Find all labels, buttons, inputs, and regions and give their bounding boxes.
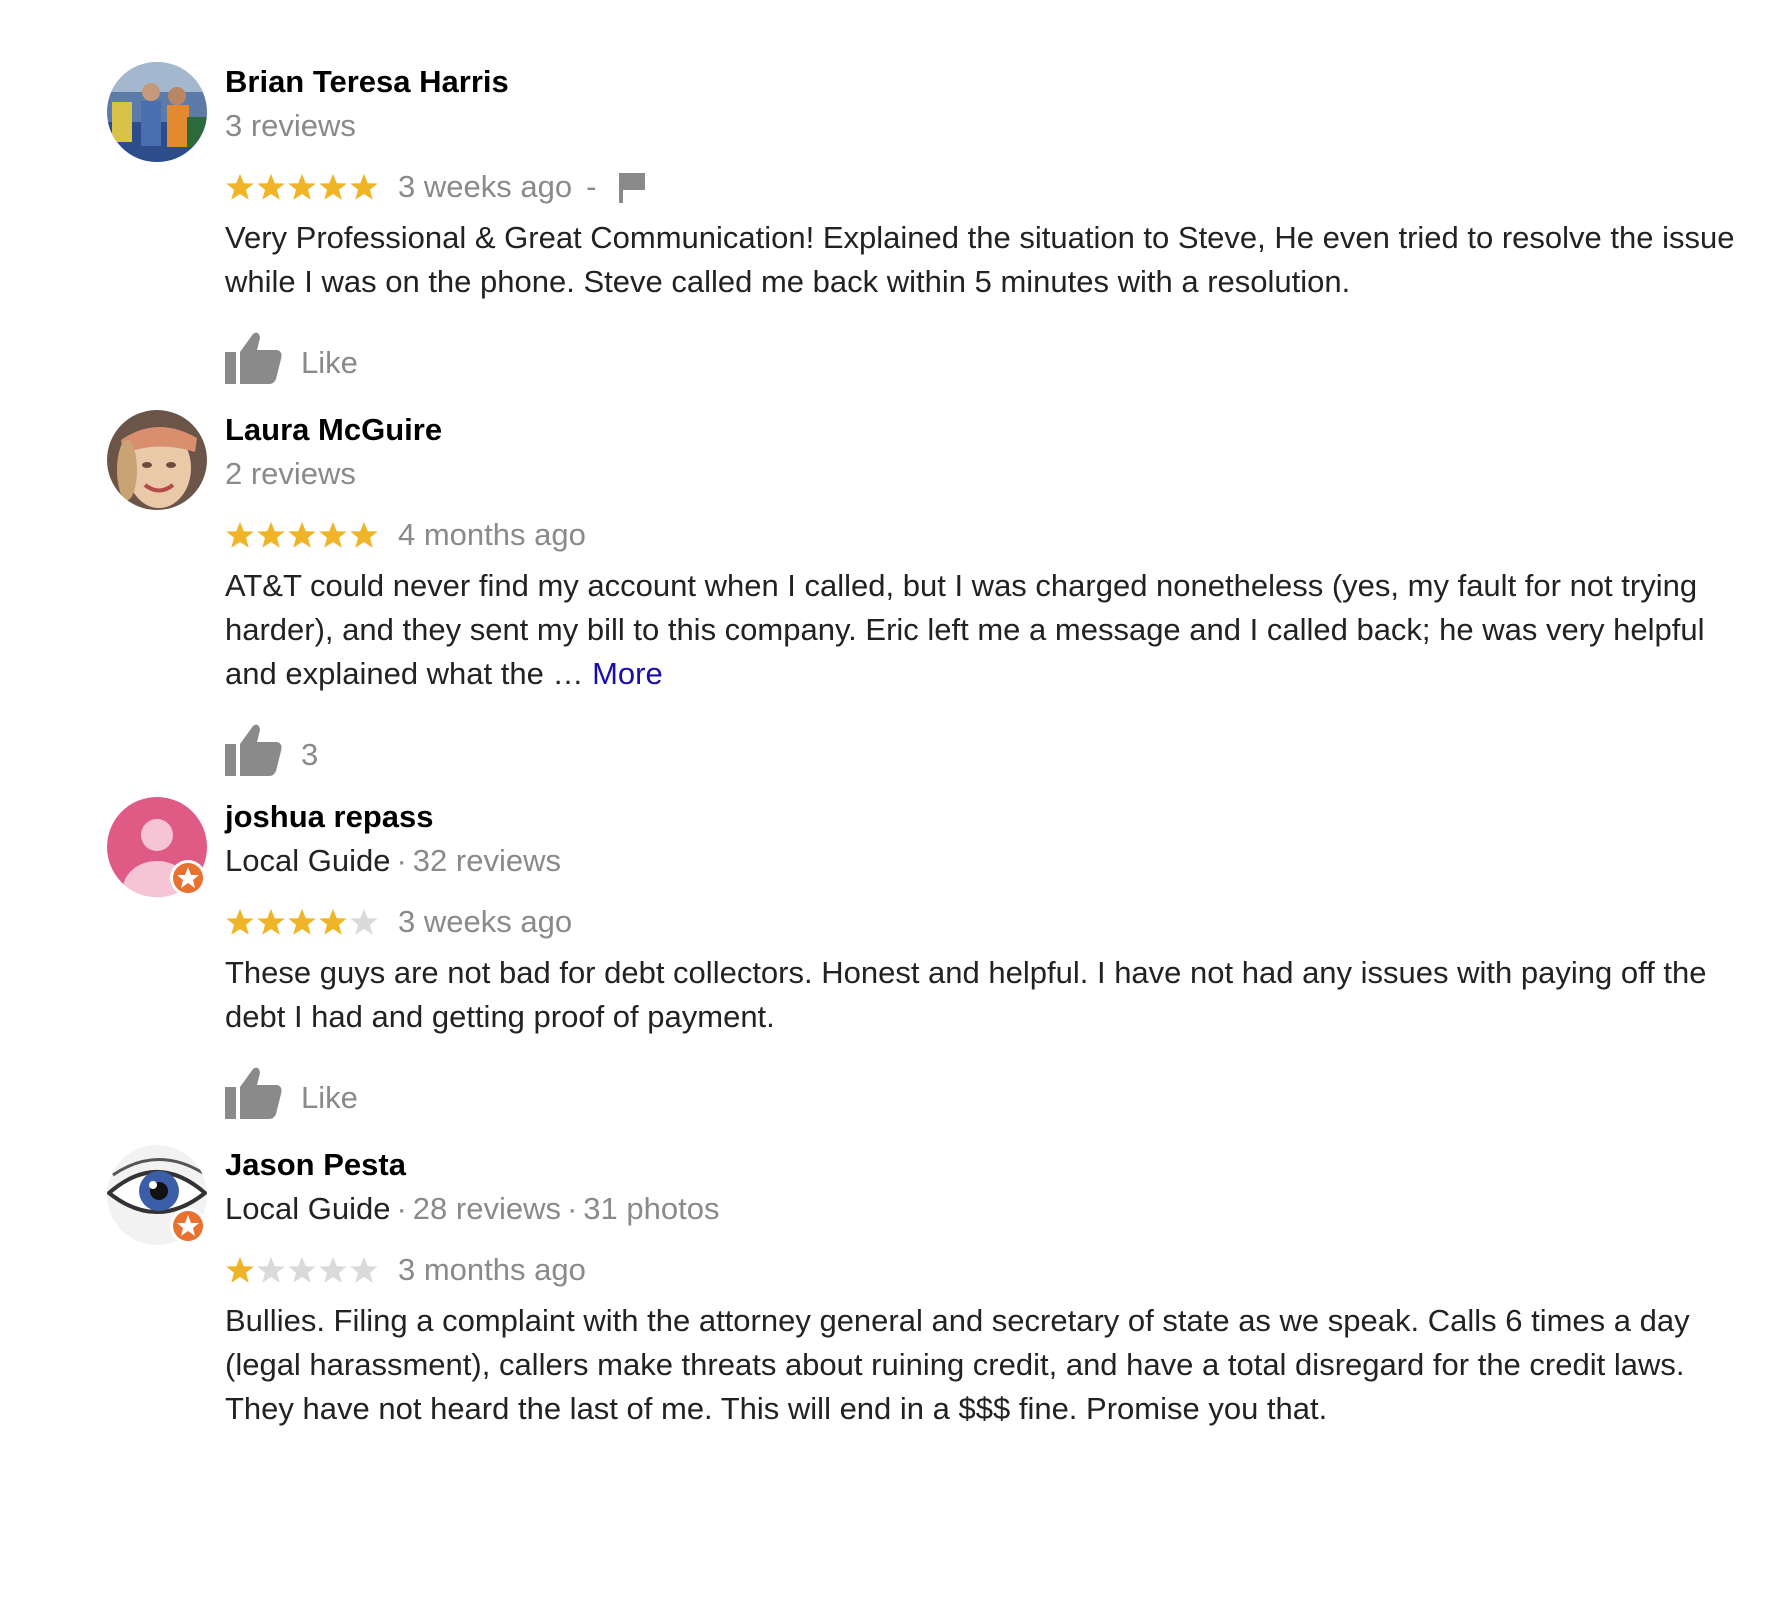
review-text: Bullies. Filing a complaint with the att… xyxy=(225,1299,1745,1431)
reviewer-name[interactable]: Laura McGuire xyxy=(225,410,1745,450)
like-button[interactable]: 3 xyxy=(225,722,1745,778)
review-text-content: Very Professional & Great Communication!… xyxy=(225,220,1735,299)
star-rating xyxy=(225,520,380,550)
review-time: 3 weeks ago xyxy=(398,904,573,939)
reviews-count: 2 reviews xyxy=(225,456,356,491)
star-empty-icon xyxy=(288,1256,316,1283)
review-body: Jason Pesta Local Guide · 28 reviews · 31 ph… xyxy=(225,1145,1745,1431)
reviews-list: Brian Teresa Harris 3 reviews 3 weeks ag… xyxy=(0,0,1766,1620)
review-body: Laura McGuire 2 reviews 4 months ago AT&… xyxy=(225,410,1745,778)
star-filled-icon xyxy=(257,173,285,200)
review-time: 3 months ago xyxy=(398,1252,586,1287)
like-label: Like xyxy=(301,345,358,380)
star-rating xyxy=(225,1255,380,1285)
avatar[interactable] xyxy=(107,62,207,162)
photo-avatar-icon xyxy=(107,62,207,162)
star-rating xyxy=(225,907,380,937)
reviewer-meta: Local Guide · 32 reviews xyxy=(225,841,1745,881)
photo-avatar-icon xyxy=(107,410,207,510)
review-body: Brian Teresa Harris 3 reviews 3 weeks ag… xyxy=(225,62,1745,386)
review-text: These guys are not bad for debt collecto… xyxy=(225,951,1745,1039)
review-text-content: These guys are not bad for debt collecto… xyxy=(225,955,1707,1034)
separator: - xyxy=(586,169,597,204)
local-guide-badge-icon xyxy=(170,1208,206,1244)
star-filled-icon xyxy=(226,173,254,200)
star-filled-icon xyxy=(319,173,347,200)
review-text-content: Bullies. Filing a complaint with the att… xyxy=(225,1303,1690,1426)
thumbs-up-icon xyxy=(225,722,283,778)
reviewer-meta: Local Guide · 28 reviews · 31 photos xyxy=(225,1189,1745,1229)
reviewer-meta: 3 reviews xyxy=(225,106,1745,146)
photos-count: 31 photos xyxy=(583,1191,720,1226)
star-filled-icon xyxy=(288,173,316,200)
star-filled-icon xyxy=(226,908,254,935)
dot-separator: · xyxy=(566,1191,578,1226)
like-button[interactable]: Like xyxy=(225,330,1745,386)
reviewer-name[interactable]: Jason Pesta xyxy=(225,1145,1745,1185)
local-guide-label: Local Guide xyxy=(225,843,391,878)
like-count: 3 xyxy=(301,737,319,772)
review-text-content: AT&T could never find my account when I … xyxy=(225,568,1705,691)
local-guide-label: Local Guide xyxy=(225,1191,391,1226)
star-filled-icon xyxy=(288,908,316,935)
star-empty-icon xyxy=(257,1256,285,1283)
review-body: joshua repass Local Guide · 32 reviews 3 w… xyxy=(225,797,1745,1121)
reviews-count: 3 reviews xyxy=(225,108,356,143)
avatar[interactable] xyxy=(107,797,207,897)
review-text: AT&T could never find my account when I … xyxy=(225,564,1745,696)
star-filled-icon xyxy=(319,908,347,935)
rating-row: 4 months ago xyxy=(225,515,1745,555)
rating-row: 3 months ago xyxy=(225,1250,1745,1290)
star-filled-icon xyxy=(288,521,316,548)
star-empty-icon xyxy=(350,908,378,935)
flag-icon[interactable] xyxy=(618,171,648,203)
like-button[interactable]: Like xyxy=(225,1065,1745,1121)
like-label: Like xyxy=(301,1080,358,1115)
review-time: 3 weeks ago xyxy=(398,169,573,204)
reviewer-name[interactable]: joshua repass xyxy=(225,797,1745,837)
star-filled-icon xyxy=(257,521,285,548)
rating-row: 3 weeks ago xyxy=(225,902,1745,942)
star-filled-icon xyxy=(350,521,378,548)
rating-row: 3 weeks ago - xyxy=(225,167,1745,207)
star-empty-icon xyxy=(319,1256,347,1283)
dot-separator: · xyxy=(396,1191,407,1226)
avatar[interactable] xyxy=(107,1145,207,1245)
reviews-count: 28 reviews xyxy=(412,1191,561,1226)
reviewer-name[interactable]: Brian Teresa Harris xyxy=(225,62,1745,102)
more-link[interactable]: More xyxy=(592,656,663,691)
review-time: 4 months ago xyxy=(398,517,586,552)
avatar[interactable] xyxy=(107,410,207,510)
thumbs-up-icon xyxy=(225,1065,283,1121)
star-filled-icon xyxy=(350,173,378,200)
star-filled-icon xyxy=(226,521,254,548)
local-guide-badge-icon xyxy=(170,860,206,896)
dot-separator: · xyxy=(396,843,407,878)
star-filled-icon xyxy=(257,908,285,935)
star-rating xyxy=(225,172,380,202)
reviews-count: 32 reviews xyxy=(412,843,561,878)
review-text: Very Professional & Great Communication!… xyxy=(225,216,1745,304)
reviewer-meta: 2 reviews xyxy=(225,454,1745,494)
star-filled-icon xyxy=(319,521,347,548)
thumbs-up-icon xyxy=(225,330,283,386)
star-filled-icon xyxy=(226,1256,254,1283)
star-empty-icon xyxy=(350,1256,378,1283)
